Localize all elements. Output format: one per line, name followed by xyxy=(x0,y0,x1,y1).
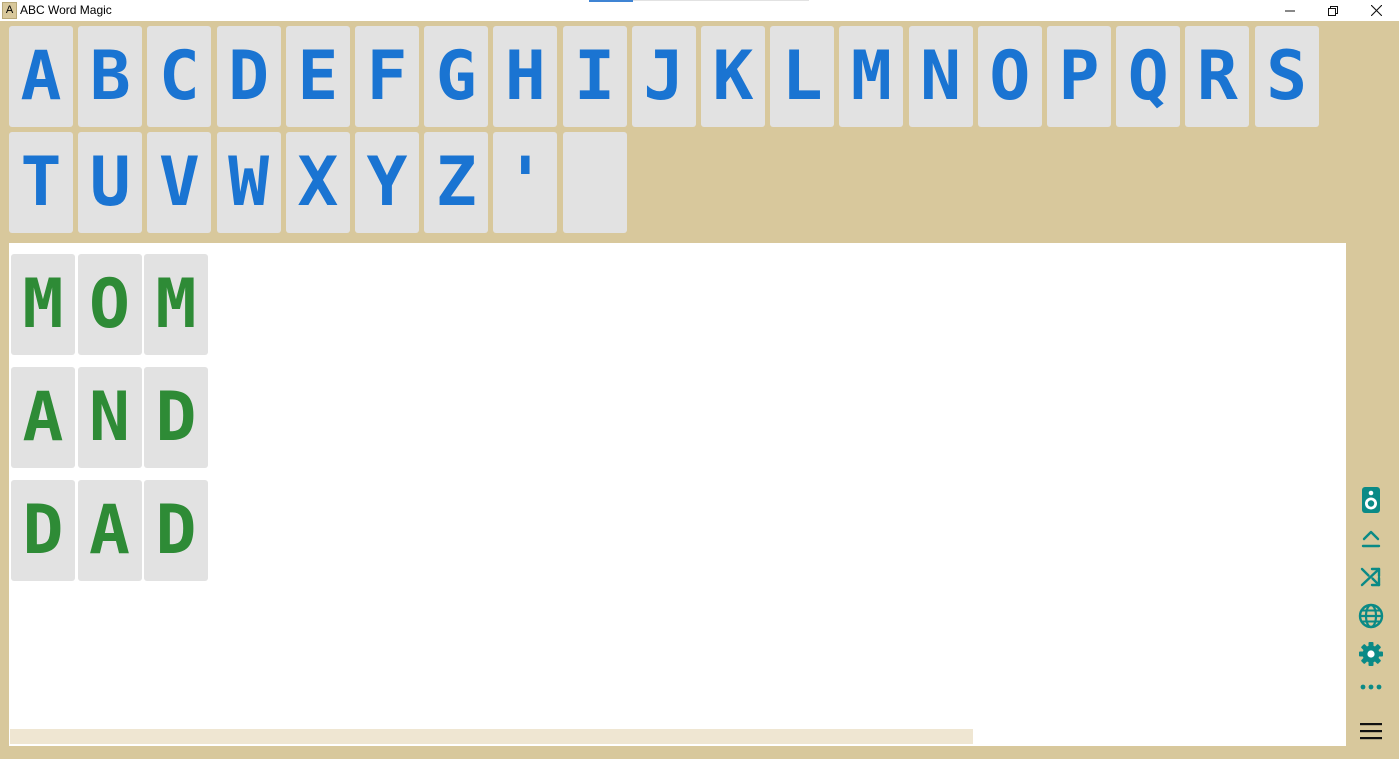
letter-tile[interactable]: R xyxy=(1185,26,1250,127)
letter-tile[interactable]: E xyxy=(285,26,350,127)
gear-icon xyxy=(1359,642,1383,666)
language-button[interactable] xyxy=(1354,600,1388,632)
word-letter-tile[interactable]: N xyxy=(77,367,142,468)
word-letter-tile[interactable]: O xyxy=(77,254,142,355)
more-button[interactable] xyxy=(1354,671,1388,703)
letter-tile[interactable]: D xyxy=(216,26,281,127)
letter-tile[interactable]: J xyxy=(631,26,696,127)
letter-tile[interactable]: Z xyxy=(424,132,489,233)
word-letter-tile[interactable]: M xyxy=(11,254,75,355)
word-letter-tile[interactable]: D xyxy=(11,480,75,581)
close-icon xyxy=(1370,5,1382,16)
word-letter-tile[interactable]: A xyxy=(77,480,142,581)
letter-tile[interactable]: A xyxy=(9,26,73,127)
letter-tile[interactable]: H xyxy=(493,26,558,127)
letter-tile[interactable]: ' xyxy=(493,132,558,233)
word-letter-tile[interactable]: M xyxy=(144,254,208,355)
window-title: ABC Word Magic xyxy=(20,3,112,17)
letter-tile[interactable]: Q xyxy=(1116,26,1181,127)
speaker-button[interactable] xyxy=(1354,484,1388,516)
letter-tile[interactable]: X xyxy=(285,132,350,233)
chevron-up-icon xyxy=(1361,530,1381,548)
word-letter-tile[interactable]: D xyxy=(144,367,208,468)
letter-tile[interactable] xyxy=(562,132,627,233)
speaker-icon xyxy=(1362,487,1380,513)
letter-tile[interactable]: V xyxy=(147,132,212,233)
letter-tile[interactable]: P xyxy=(1047,26,1111,127)
globe-icon xyxy=(1358,603,1384,629)
letter-tile[interactable]: T xyxy=(9,132,73,233)
word-letter-tile[interactable]: D xyxy=(144,480,208,581)
close-button[interactable] xyxy=(1354,0,1398,21)
word-work-area[interactable]: MOMANDDAD xyxy=(9,243,1346,746)
letter-tile[interactable]: W xyxy=(216,132,281,233)
letter-tile[interactable]: C xyxy=(147,26,212,127)
restore-icon xyxy=(1328,5,1338,16)
letter-tile[interactable]: S xyxy=(1254,26,1319,127)
collapse-button[interactable] xyxy=(1354,523,1388,555)
letter-tile[interactable]: O xyxy=(977,26,1042,127)
more-icon xyxy=(1360,684,1382,690)
app-icon: A xyxy=(2,2,17,19)
letter-tile[interactable]: F xyxy=(355,26,419,127)
letter-tile[interactable]: G xyxy=(424,26,489,127)
letter-tile[interactable]: B xyxy=(78,26,143,127)
shuffle-button[interactable] xyxy=(1354,561,1388,593)
hamburger-icon xyxy=(1360,723,1382,740)
shuffle-icon xyxy=(1360,567,1381,587)
title-accent-bar xyxy=(589,0,633,2)
minimize-button[interactable] xyxy=(1268,0,1312,21)
letter-tile[interactable]: I xyxy=(562,26,627,127)
horizontal-scrollbar[interactable] xyxy=(10,729,973,744)
settings-button[interactable] xyxy=(1354,638,1388,670)
menu-button[interactable] xyxy=(1354,715,1388,747)
title-accent-line xyxy=(633,0,809,1)
letter-tile[interactable]: Y xyxy=(355,132,419,233)
title-bar: A ABC Word Magic xyxy=(0,0,1399,21)
word-letter-tile[interactable]: A xyxy=(11,367,75,468)
letter-tile[interactable]: U xyxy=(78,132,143,233)
letter-tile[interactable]: K xyxy=(701,26,765,127)
letter-tile[interactable]: L xyxy=(770,26,835,127)
minimize-icon xyxy=(1285,10,1295,11)
letter-tile[interactable]: M xyxy=(839,26,904,127)
letter-tile[interactable]: N xyxy=(908,26,973,127)
restore-button[interactable] xyxy=(1311,0,1355,21)
